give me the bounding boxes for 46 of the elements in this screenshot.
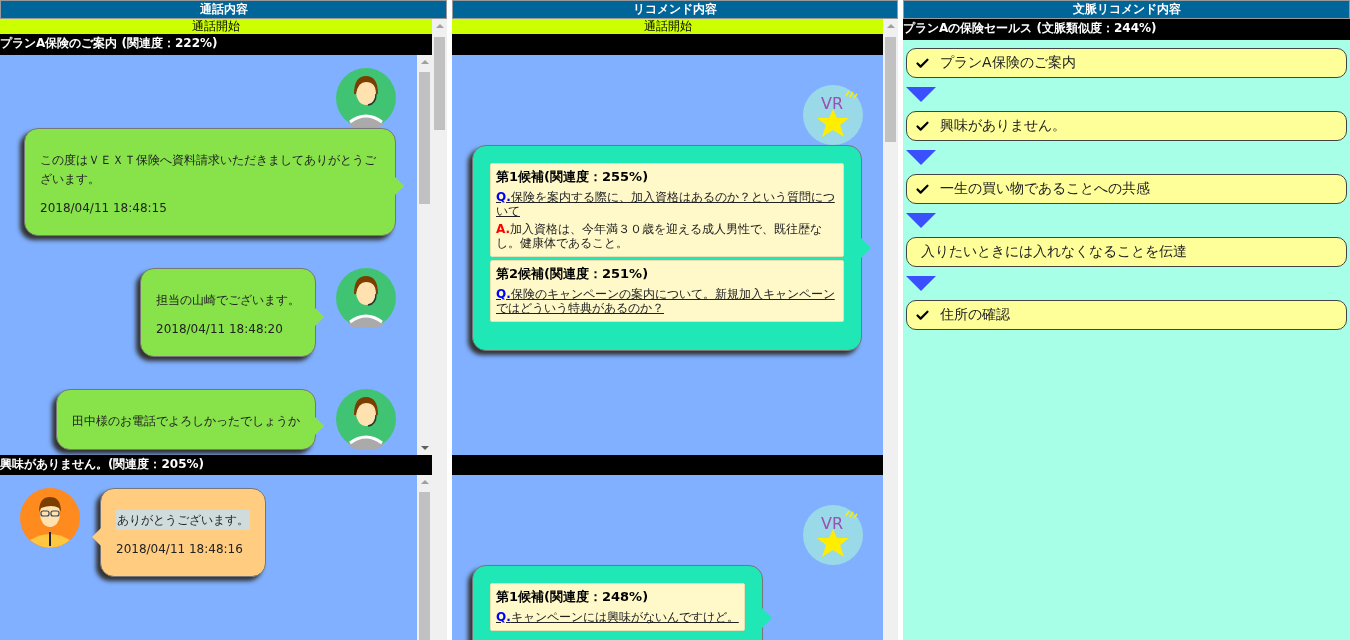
operator-avatar-icon [336, 268, 396, 328]
message-text: この度はＶＥＸＴ保険へ資料請求いただきましてありがとうございます。 [40, 153, 376, 186]
panel-header: 通話内容 [0, 0, 447, 19]
scrollbar[interactable] [432, 19, 447, 640]
step-label: 住所の確認 [940, 306, 1010, 324]
bot-badge-icon: VR [803, 505, 863, 565]
question-link[interactable]: Q.キャンペーンには興味がないんですけど。 [496, 610, 739, 624]
call-start-bar: 通話開始 [452, 19, 883, 34]
context-step[interactable]: 一生の買い物であることへの共感 [906, 174, 1347, 204]
bot-badge-icon: VR [803, 85, 863, 145]
candidate-heading: 第1候補(関連度：248%) [496, 588, 650, 606]
customer-avatar-icon [20, 488, 80, 548]
down-arrow-icon [906, 213, 936, 228]
down-arrow-icon [906, 276, 936, 291]
section-title: 興味がありません。(関連度：205%) [0, 455, 432, 475]
message-time: 2018/04/11 18:48:16 [116, 542, 244, 556]
message-text: ありがとうございます。 [116, 510, 250, 530]
candidate-heading: 第2候補(関連度：251%) [496, 265, 650, 283]
candidate-heading: 第1候補(関連度：255%) [496, 168, 650, 186]
message-time: 2018/04/11 18:48:20 [156, 322, 284, 336]
context-step[interactable]: 入りたいときには入れなくなることを伝達 [906, 237, 1347, 267]
panel-header: リコメンド内容 [452, 0, 898, 19]
down-arrow-icon [906, 87, 936, 102]
message-text: 担当の山崎でございます。 [156, 293, 300, 307]
question-link[interactable]: Q.保険を案内する際に、加入資格はあるのか？という質問について [496, 190, 838, 218]
section-title: プランA保険のご案内 (関連度：222%) [0, 34, 432, 55]
question-link[interactable]: Q.保険のキャンペーンの案内について。新規加入キャンペーンではどういう特典があるのか？ [496, 287, 838, 315]
call-start-bar: 通話開始 [0, 19, 432, 34]
context-step[interactable]: 興味がありません。 [906, 111, 1347, 141]
context-step[interactable]: 住所の確認 [906, 300, 1347, 330]
step-label: 入りたいときには入れなくなることを伝達 [921, 243, 1187, 261]
step-label: 興味がありません。 [940, 117, 1066, 135]
answer-text: A.加入資格は、今年満３０歳を迎える成人男性で、既往歴なし。健康体であること。 [496, 222, 824, 250]
panel-header: 文脈リコメンド内容 [903, 0, 1350, 19]
scrollbar[interactable] [417, 475, 432, 640]
step-label: プランA保険のご案内 [940, 54, 1076, 72]
operator-avatar-icon [336, 389, 396, 449]
down-arrow-icon [906, 150, 936, 165]
context-title: プランAの保険セールス (文脈類似度：244%) [903, 19, 1350, 40]
scrollbar[interactable] [883, 19, 898, 640]
scrollbar[interactable] [417, 55, 432, 455]
message-time: 2018/04/11 18:48:15 [40, 201, 168, 215]
step-label: 一生の買い物であることへの共感 [940, 180, 1150, 198]
operator-avatar-icon [336, 68, 396, 128]
message-text: 田中様のお電話でよろしかったでしょうか [72, 414, 300, 428]
context-step[interactable]: プランA保険のご案内 [906, 48, 1347, 78]
